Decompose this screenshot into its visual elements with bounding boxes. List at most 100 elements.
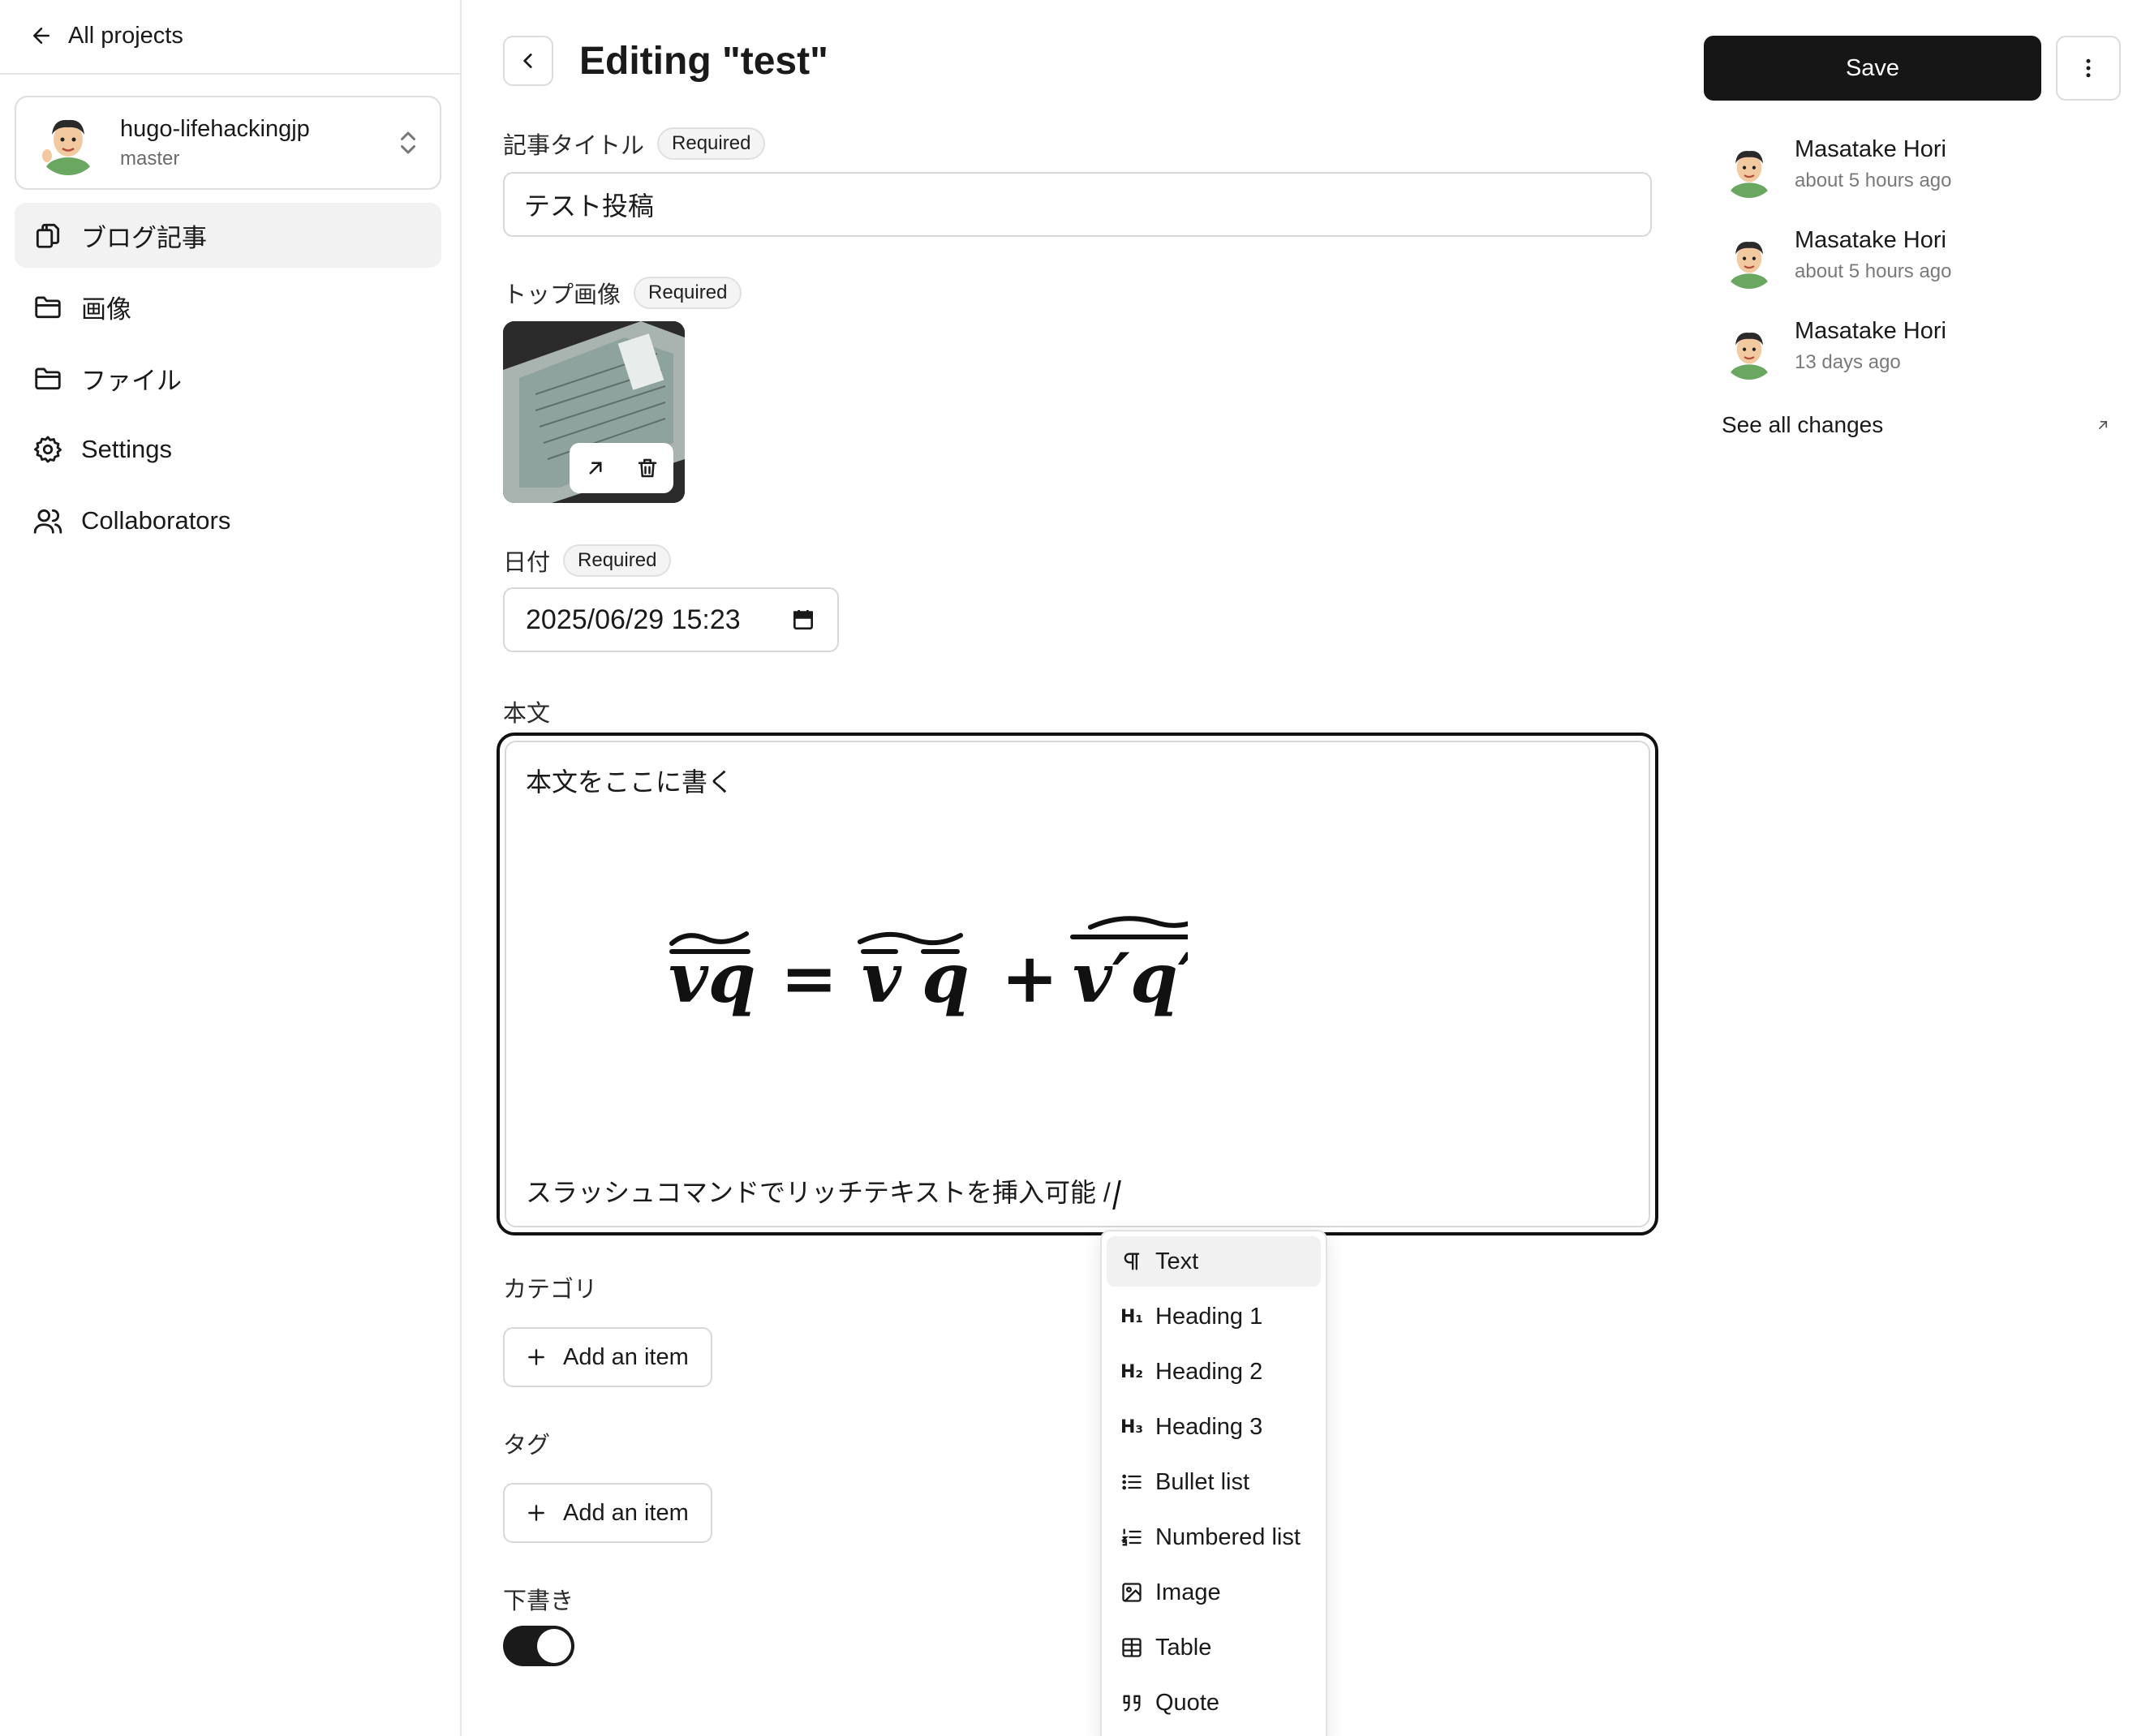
sidebar-item-label: Settings [81,435,173,463]
body-paragraph-with-cursor: スラッシュコマンドでリッチテキストを挿入可能 / [526,1172,1121,1210]
history-entry: Masatake Hori about 5 hours ago [1722,136,2111,227]
avatar [1722,324,1777,380]
field-label-text: 本文 [503,701,551,727]
chevron-left-icon [523,54,532,68]
page-title: Editing "test" [579,40,828,83]
all-projects-link[interactable]: All projects [29,18,183,54]
menu-item-text[interactable]: Text [1107,1236,1321,1287]
svg-text:+: + [1001,938,1058,1018]
menu-item-table[interactable]: Table [1107,1622,1321,1673]
field-label-text: カテゴリ [503,1277,598,1303]
date-input[interactable]: 2025/06/29 15:23 [503,587,839,652]
tag-field-label: タグ [503,1426,550,1460]
project-name: hugo-lifehackingjp [120,115,310,142]
body-field-label: 本文 [503,694,550,728]
sidebar-item-blog-posts[interactable]: ブログ記事 [15,203,441,268]
sidebar-divider [0,73,462,75]
menu-item-label: Heading 2 [1155,1358,1263,1385]
avatar [1722,234,1777,289]
folder-icon [35,367,61,390]
save-button[interactable]: Save [1704,36,2041,101]
avatar [36,110,101,175]
date-input-value: 2025/06/29 15:23 [526,604,741,635]
draft-toggle[interactable] [503,1626,574,1666]
field-label-text: タグ [503,1433,551,1459]
history-time: 13 days ago [1795,351,1901,373]
sidebar-item-label: 画像 [81,294,131,324]
chevrons-up-down-icon [401,131,415,154]
editor-content[interactable]: 本文をここに書く vq = v q + v′q′ スラッシュコマンドでリッチテキ… [505,741,1650,1227]
history-time: about 5 hours ago [1795,260,1952,282]
sidebar-item-images[interactable]: 画像 [15,274,441,339]
project-switcher[interactable]: hugo-lifehackingjp master [15,96,441,190]
arrow-left-icon [33,28,49,44]
menu-item-heading-1[interactable]: H₁ Heading 1 [1107,1291,1321,1342]
menu-item-label: Bullet list [1155,1468,1250,1495]
add-category-button[interactable]: Add an item [503,1327,712,1387]
slash-command-menu: Text H₁ Heading 1 H₂ Heading 2 H₃ Headin… [1100,1230,1327,1736]
image-field-label: トップ画像 Required [503,276,742,310]
see-all-changes-link[interactable]: See all changes [1722,412,2111,438]
body-paragraph: 本文をここに書く [526,767,734,797]
menu-item-label: Quote [1155,1689,1219,1716]
body-paragraph: スラッシュコマンドでリッチテキストを挿入可能 / [526,1178,1111,1207]
sidebar-item-label: ファイル [81,366,182,395]
numbered-list-icon [1120,1525,1144,1549]
plus-icon [528,1505,544,1521]
more-options-button[interactable] [2056,36,2121,101]
field-label-text: トップ画像 [503,282,621,308]
h1-icon: H₁ [1120,1306,1144,1327]
category-field-label: カテゴリ [503,1270,597,1304]
menu-item-image[interactable]: Image [1107,1567,1321,1618]
sidebar-item-settings[interactable]: Settings [15,417,441,482]
gear-icon [34,436,62,463]
all-projects-label: All projects [68,22,183,49]
title-input-value: テスト投稿 [524,191,655,221]
formula-image: vq = v q + v′q′ [669,916,1188,1018]
rich-text-editor[interactable]: 本文をここに書く vq = v q + v′q′ スラッシュコマンドでリッチテキ… [497,733,1658,1235]
more-vertical-icon [2086,58,2091,78]
top-image-thumbnail[interactable] [503,321,685,503]
required-badge: Required [657,127,766,160]
arrow-up-right-icon [2099,421,2107,429]
calendar-icon[interactable] [790,607,816,633]
quote-icon [1120,1691,1144,1715]
project-branch: master [120,147,180,170]
history-entry: Masatake Hori 13 days ago [1722,318,2111,409]
history-time: about 5 hours ago [1795,170,1952,191]
documents-icon [36,223,60,248]
sidebar-item-collaborators[interactable]: Collaborators [15,488,441,553]
add-tag-button[interactable]: Add an item [503,1483,712,1543]
sidebar-item-label: Collaborators [81,506,231,535]
menu-item-heading-3[interactable]: H₃ Heading 3 [1107,1402,1321,1452]
image-icon [1120,1580,1144,1605]
open-external-icon[interactable] [583,456,608,480]
bullet-list-icon [1120,1470,1144,1494]
menu-item-heading-2[interactable]: H₂ Heading 2 [1107,1347,1321,1397]
thumbnail-actions [570,443,673,493]
table-icon [1120,1635,1144,1660]
h3-icon: H₃ [1120,1416,1144,1437]
paragraph-icon [1120,1249,1144,1274]
draft-field-label: 下書き [503,1582,574,1616]
menu-item-bullet-list[interactable]: Bullet list [1107,1457,1321,1507]
field-label-text: 記事タイトル [503,133,645,159]
menu-item-label: Image [1155,1579,1221,1605]
menu-item-numbered-list[interactable]: Numbered list [1107,1512,1321,1562]
menu-item-quote[interactable]: Quote [1107,1678,1321,1728]
plus-icon [528,1349,544,1365]
add-item-label: Add an item [563,1343,689,1370]
sidebar-nav: ブログ記事 画像 ファイル Settings Collaborators [15,203,441,560]
trash-icon[interactable] [635,456,660,480]
date-field-label: 日付 Required [503,544,672,578]
back-button[interactable] [503,36,553,86]
change-history: Masatake Hori about 5 hours ago Masatake… [1722,136,2111,409]
history-author: Masatake Hori [1795,227,1946,253]
sidebar-item-files[interactable]: ファイル [15,346,441,410]
menu-item-label: Heading 1 [1155,1303,1263,1330]
sidebar: All projects hugo-lifehackingjp master ブ… [0,0,462,1736]
title-input[interactable]: テスト投稿 [503,172,1652,237]
required-badge: Required [563,544,672,577]
history-entry: Masatake Hori about 5 hours ago [1722,227,2111,318]
history-author: Masatake Hori [1795,318,1946,344]
